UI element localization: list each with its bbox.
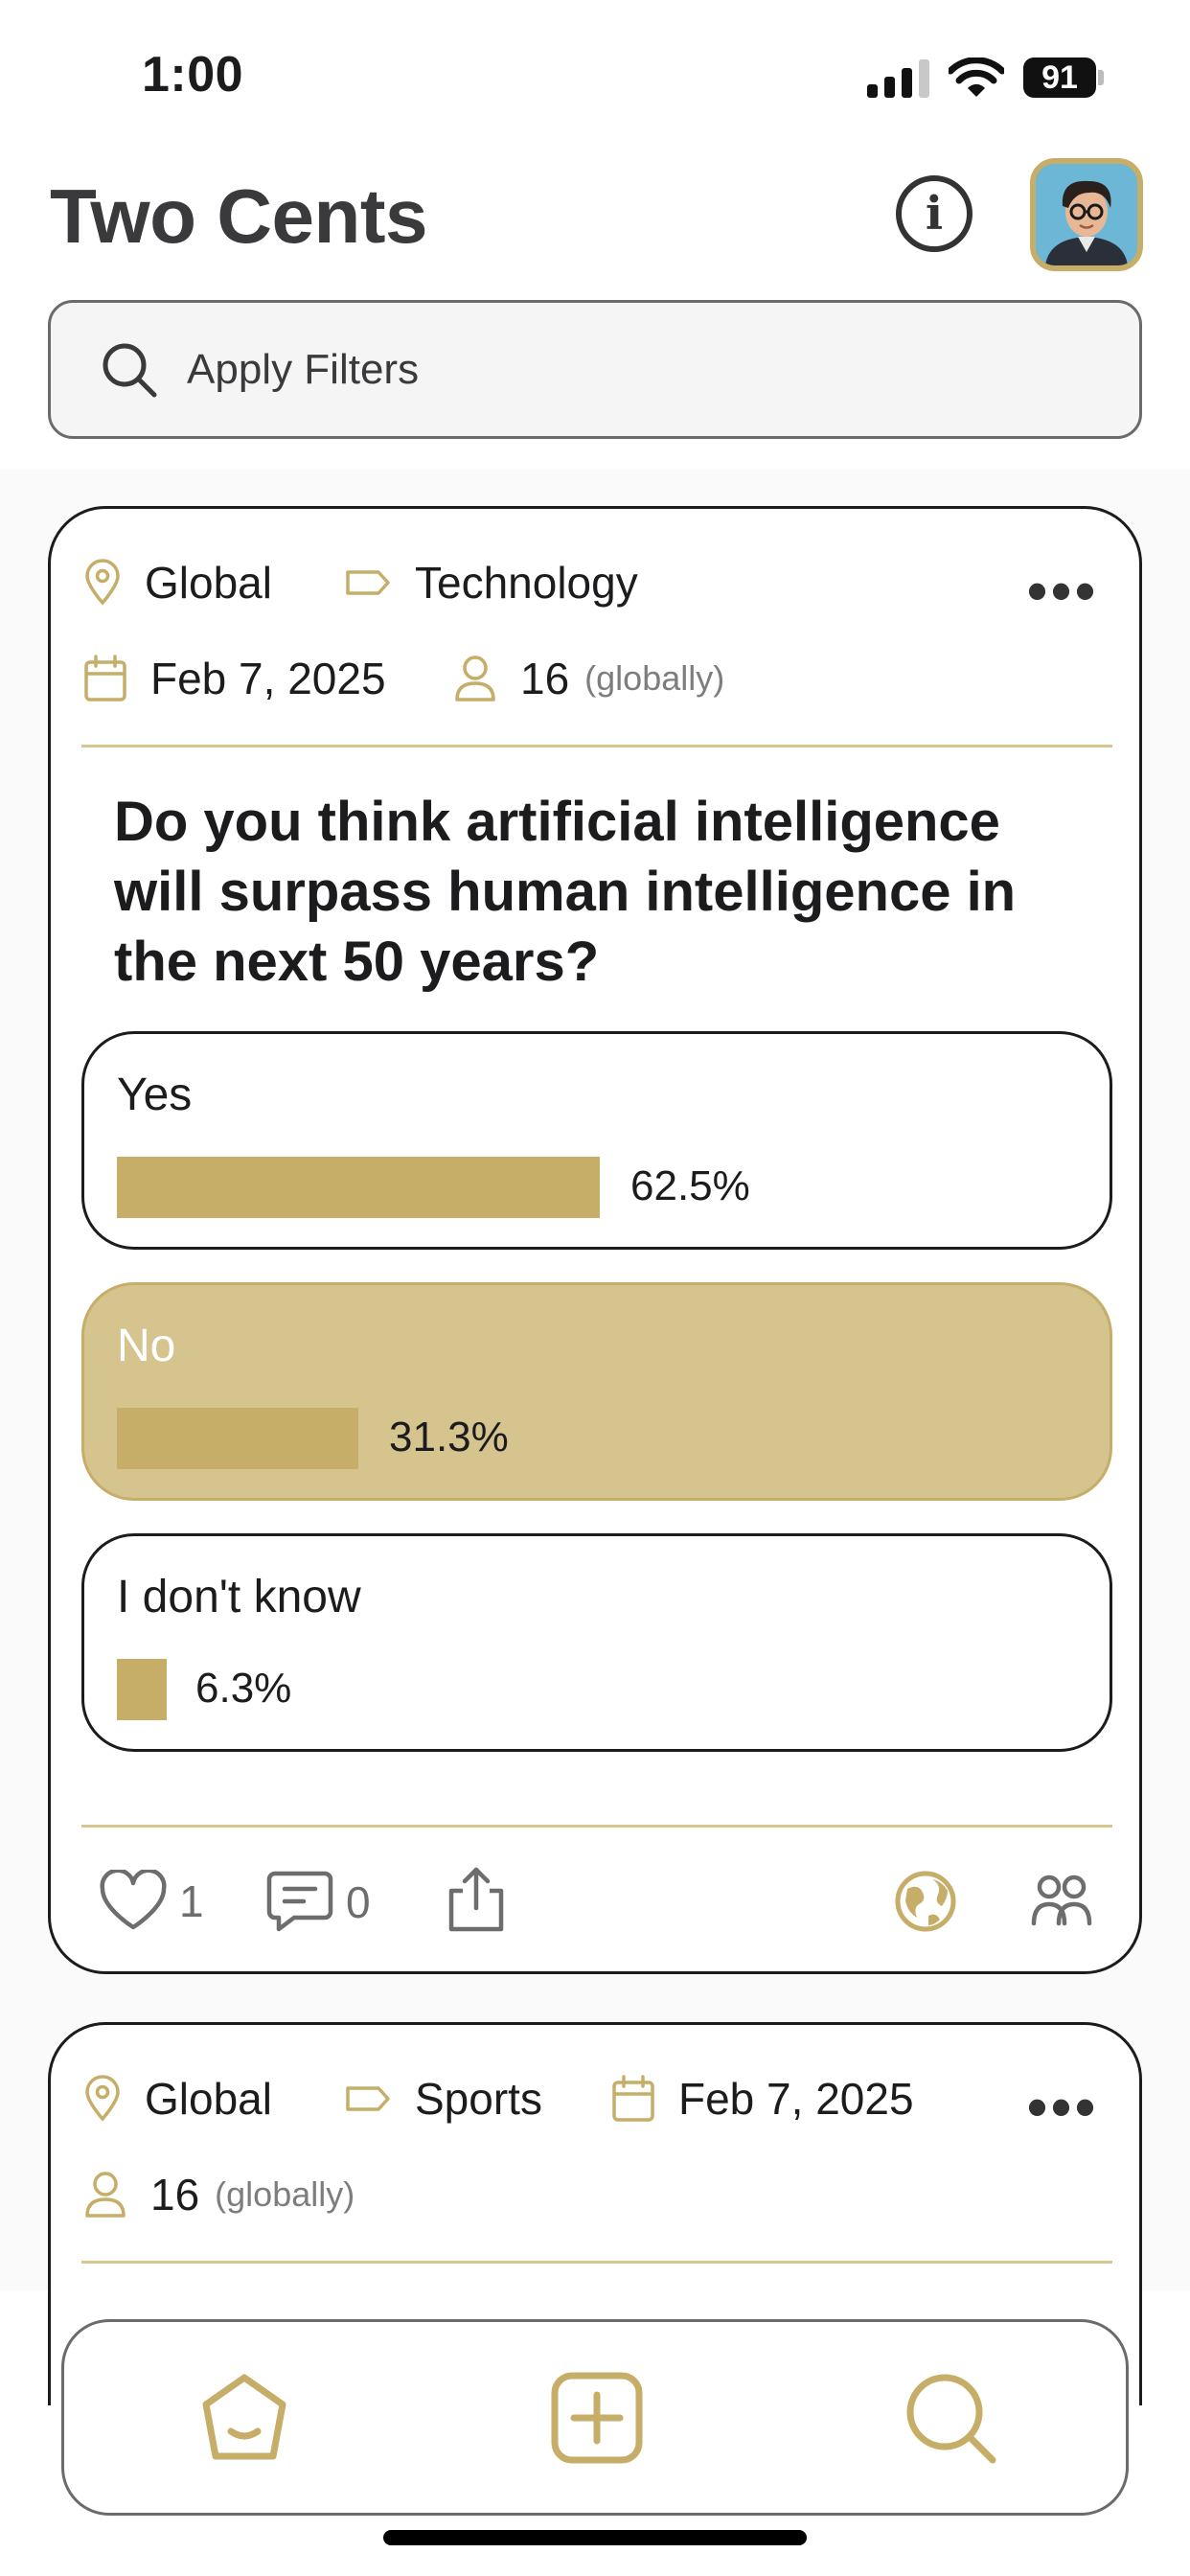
option-percent: 62.5%	[630, 1162, 750, 1209]
global-results-button[interactable]	[894, 1870, 969, 1933]
category-label: Sports	[415, 2074, 542, 2124]
more-dots-icon: •••	[1026, 559, 1099, 623]
option-result-bar	[117, 1408, 358, 1469]
comment-icon	[266, 1871, 333, 1932]
participants-scope: (globally)	[215, 2174, 355, 2214]
date-label: Feb 7, 2025	[150, 654, 386, 703]
participants-count: 16	[150, 2170, 200, 2220]
info-icon: i	[925, 187, 944, 241]
poll-question: Do you think artificial intelligence wil…	[114, 791, 1017, 993]
battery-level: 91	[1023, 58, 1096, 98]
divider	[81, 1825, 1112, 1828]
search-placeholder: Apply Filters	[187, 345, 420, 393]
option-result-bar	[117, 1659, 167, 1720]
post-participants: 16 (globally)	[453, 653, 724, 704]
poll-card[interactable]: Global Technology ••• Feb 7, 2025 16 (gl…	[48, 506, 1142, 1974]
option-label: No	[117, 1321, 176, 1371]
tag-icon	[346, 570, 390, 595]
friends-results-button[interactable]	[1030, 1872, 1105, 1929]
post-participants: 16 (globally)	[83, 2169, 355, 2220]
person-icon	[455, 656, 495, 702]
participants-scope: (globally)	[584, 658, 725, 698]
heart-icon	[100, 1870, 167, 1930]
location-label: Global	[145, 2074, 272, 2124]
post-location[interactable]: Global	[83, 2073, 272, 2125]
post-location[interactable]: Global	[83, 557, 272, 609]
person-icon	[85, 2172, 126, 2218]
home-indicator	[383, 2530, 807, 2545]
option-percent: 6.3%	[195, 1665, 292, 1712]
avatar-image	[1036, 164, 1137, 265]
globe-icon	[895, 1871, 956, 1932]
status-bar: 1:00 91	[0, 0, 1190, 144]
more-options-button[interactable]: •••	[1027, 2079, 1099, 2136]
search-icon	[103, 343, 157, 397]
post-date: Feb 7, 2025	[611, 2073, 914, 2125]
divider	[81, 2261, 1112, 2264]
comment-button[interactable]: 0	[265, 1870, 371, 1935]
post-category[interactable]: Sports	[344, 2073, 542, 2125]
comment-count: 0	[346, 1877, 371, 1927]
status-time: 1:00	[142, 47, 244, 103]
like-button[interactable]: 1	[99, 1870, 204, 1933]
avatar[interactable]	[1030, 158, 1143, 271]
like-count: 1	[179, 1876, 204, 1926]
app-title: Two Cents	[50, 173, 428, 259]
location-pin-icon	[85, 2075, 120, 2122]
divider	[81, 745, 1112, 748]
more-dots-icon: •••	[1026, 2075, 1099, 2139]
share-icon	[448, 1867, 504, 1932]
cellular-signal-icon	[867, 59, 929, 98]
tag-icon	[346, 2086, 390, 2111]
location-label: Global	[145, 558, 272, 608]
poll-option-dont-know[interactable]: I don't know 6.3%	[81, 1533, 1112, 1752]
option-label: I don't know	[117, 1572, 361, 1622]
option-percent: 31.3%	[389, 1414, 509, 1460]
search-bar[interactable]: Apply Filters	[48, 300, 1142, 439]
home-icon[interactable]	[196, 2370, 292, 2466]
info-button[interactable]: i	[896, 175, 973, 252]
calendar-icon	[612, 2075, 654, 2122]
wifi-icon	[949, 58, 1004, 97]
location-pin-icon	[85, 559, 120, 606]
plus-square-icon[interactable]	[549, 2370, 645, 2466]
date-label: Feb 7, 2025	[678, 2074, 914, 2124]
option-result-bar	[117, 1157, 600, 1218]
more-options-button[interactable]: •••	[1027, 563, 1099, 620]
poll-option-yes[interactable]: Yes 62.5%	[81, 1031, 1112, 1250]
post-category[interactable]: Technology	[344, 557, 638, 609]
category-label: Technology	[415, 558, 638, 608]
calendar-icon	[84, 655, 126, 702]
participants-count: 16	[520, 654, 570, 703]
poll-option-no[interactable]: No 31.3%	[81, 1282, 1112, 1501]
search-icon[interactable]	[903, 2370, 998, 2466]
bottom-nav	[61, 2319, 1129, 2516]
option-label: Yes	[117, 1070, 193, 1120]
battery-nub	[1098, 70, 1104, 85]
share-button[interactable]	[444, 1864, 520, 1935]
post-date: Feb 7, 2025	[83, 653, 386, 704]
people-icon	[1031, 1874, 1092, 1926]
battery-icon: 91	[1023, 58, 1104, 98]
